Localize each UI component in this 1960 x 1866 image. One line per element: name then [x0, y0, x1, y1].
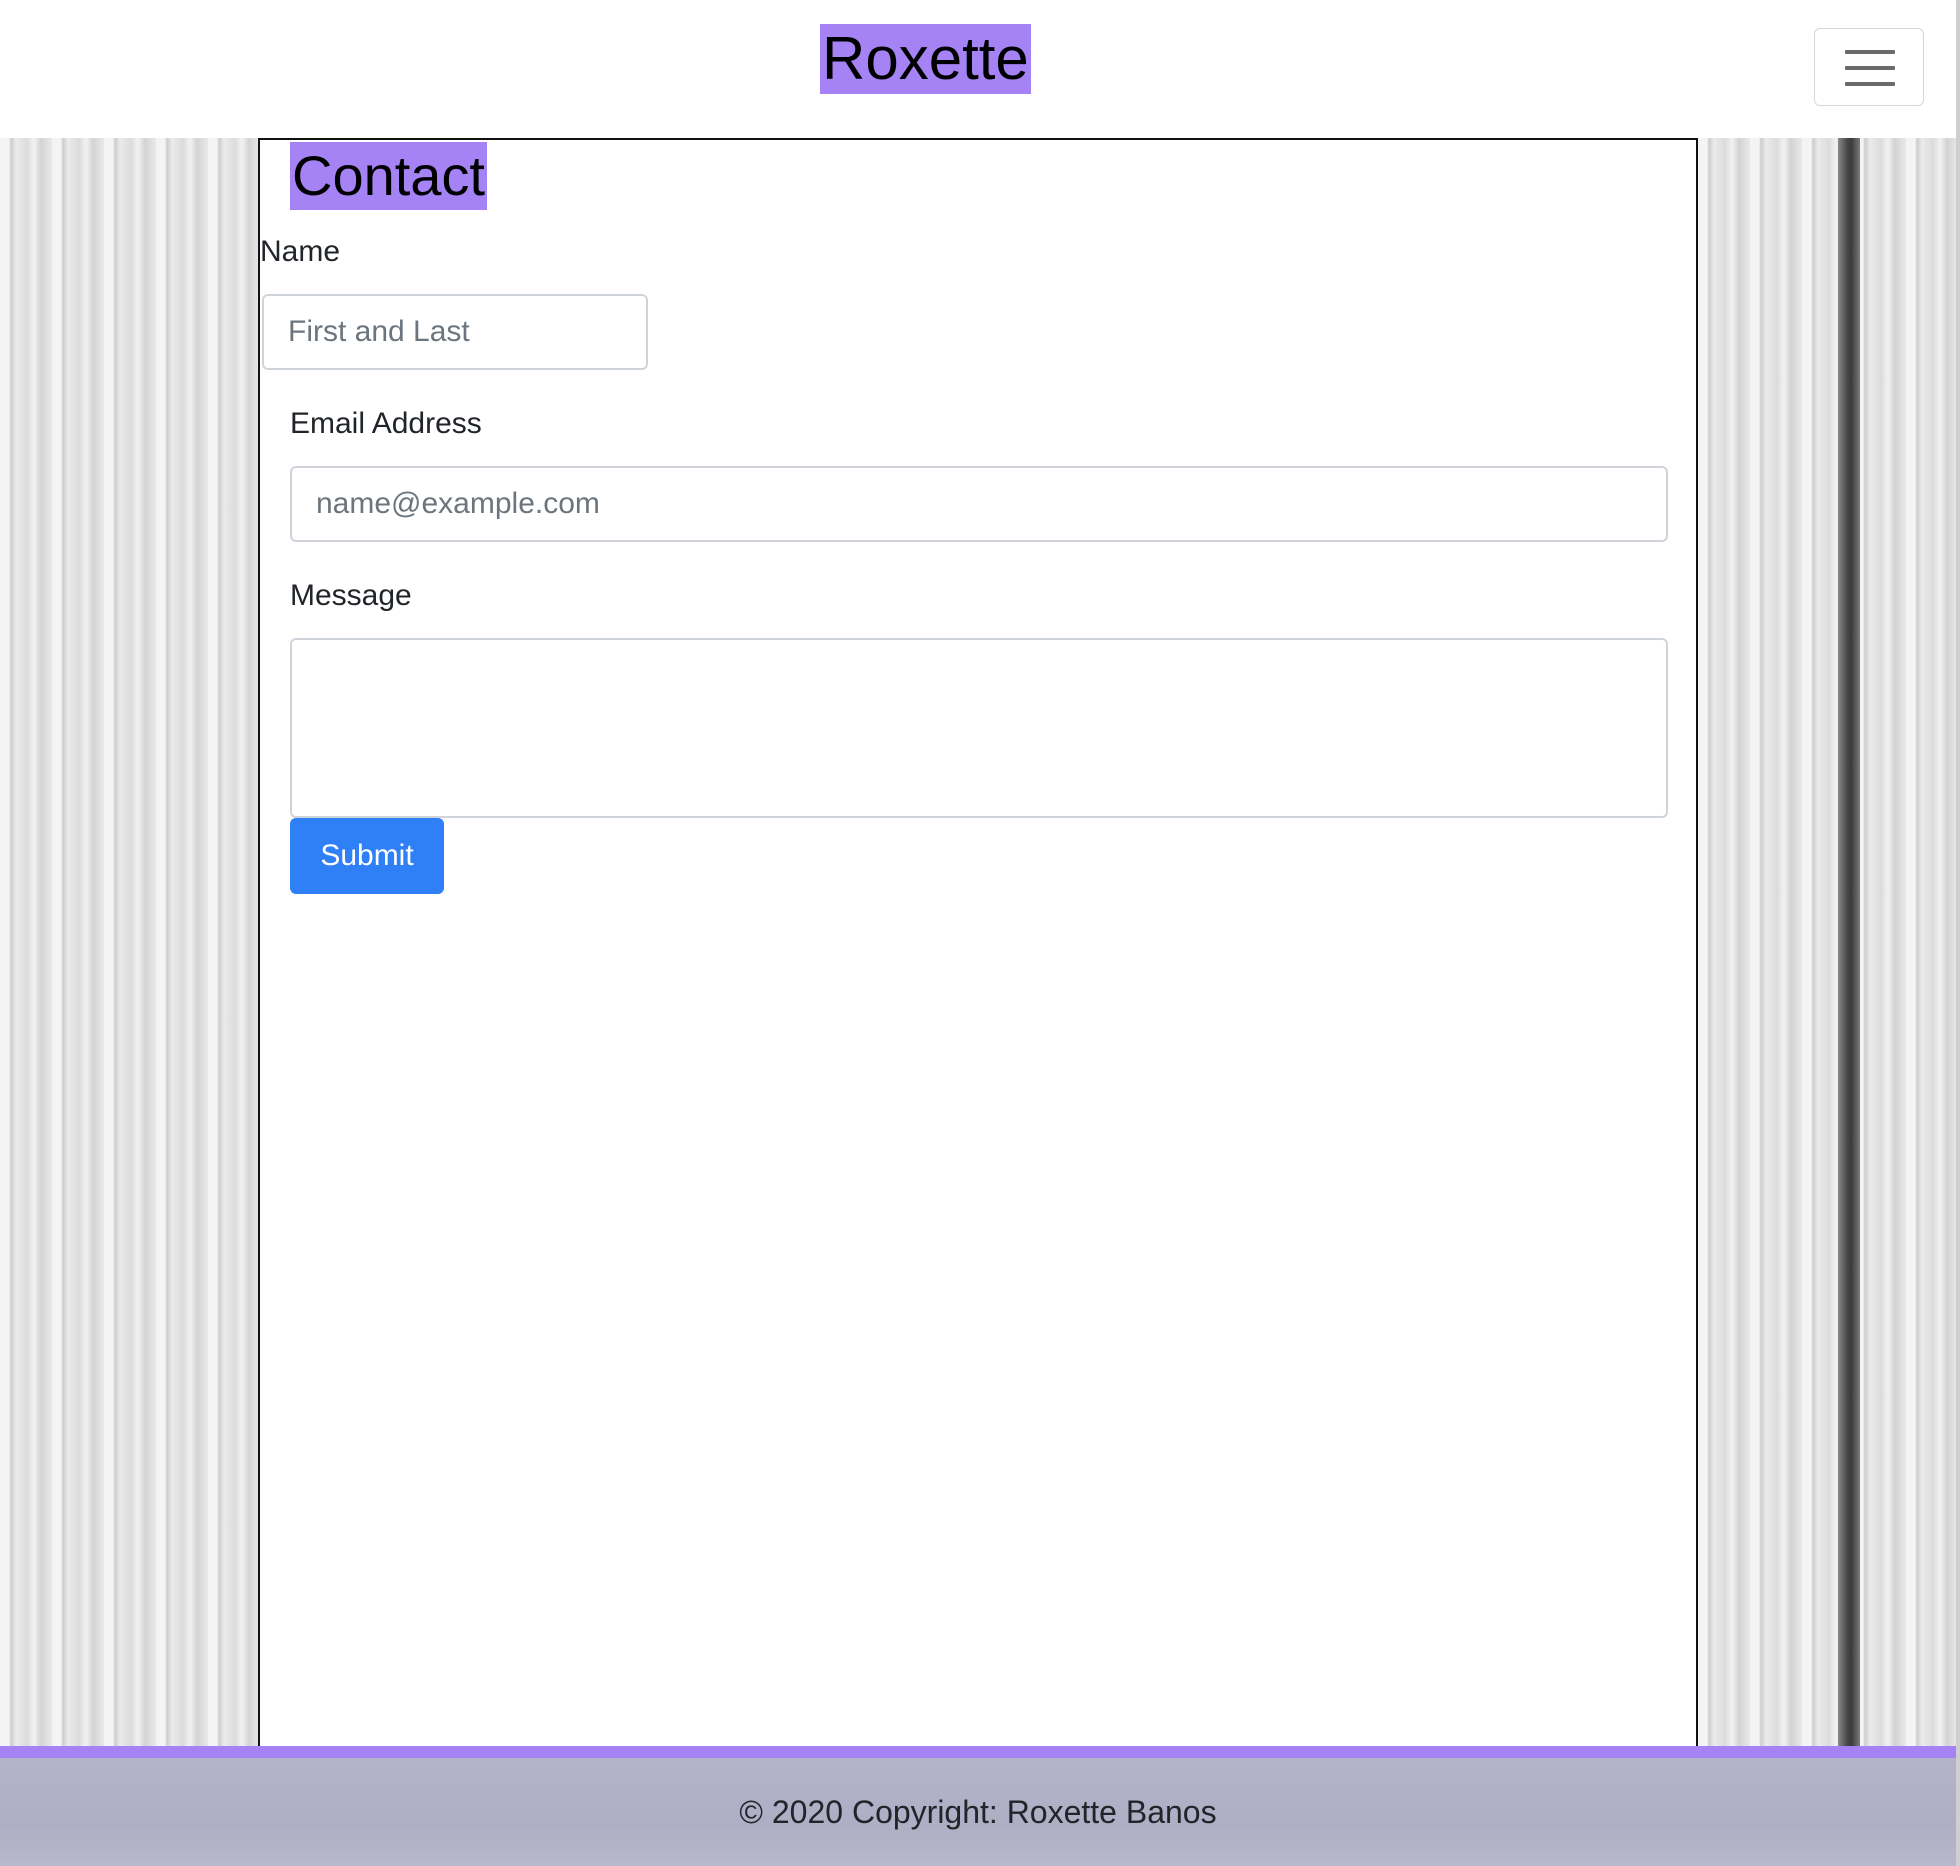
email-label: Email Address — [290, 407, 482, 440]
hamburger-menu-icon-bar — [1845, 66, 1895, 70]
hamburger-menu-icon-bar — [1845, 82, 1895, 86]
page-title: Contact — [290, 142, 487, 210]
message-label: Message — [290, 579, 412, 612]
email-input[interactable] — [290, 466, 1668, 542]
contact-container: Contact Name Email Address Message Submi… — [258, 138, 1698, 1746]
footer: © 2020 Copyright: Roxette Banos — [0, 1746, 1956, 1866]
brand-title[interactable]: Roxette — [820, 24, 1031, 94]
page-edge — [1956, 0, 1960, 1866]
hamburger-menu-icon — [1845, 50, 1895, 54]
wood-dark-stripe — [1838, 138, 1860, 1746]
wood-background-left — [0, 138, 258, 1746]
name-label: Name — [260, 235, 341, 268]
menu-toggle-button[interactable] — [1814, 28, 1924, 106]
wood-background-right — [1698, 138, 1960, 1746]
name-input[interactable] — [262, 294, 648, 370]
copyright-text: © 2020 Copyright: Roxette Banos — [739, 1794, 1217, 1830]
navbar: Roxette — [0, 0, 1960, 138]
submit-button[interactable]: Submit — [290, 818, 444, 894]
message-textarea[interactable] — [290, 638, 1668, 818]
